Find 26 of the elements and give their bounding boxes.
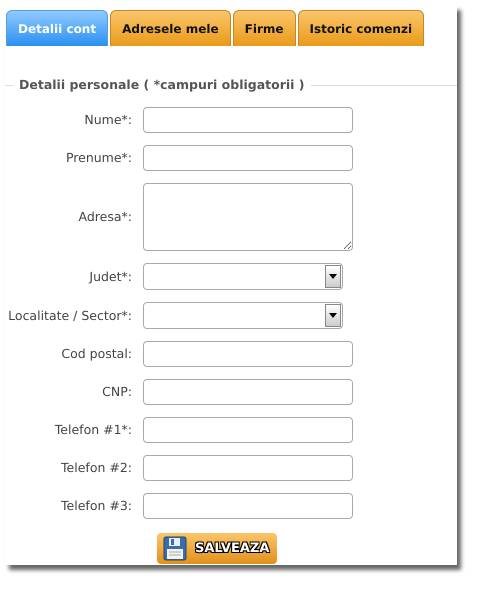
tab[interactable]: Istoric comenzi bbox=[298, 10, 424, 46]
caret-down-icon bbox=[329, 312, 337, 318]
section-legend: Detalii personale ( *campuri obligatorii ) bbox=[13, 76, 311, 95]
field-label: Cod postal: bbox=[60, 346, 133, 362]
field-label: Prenume*: bbox=[64, 150, 133, 166]
tab[interactable]: Firme bbox=[232, 10, 296, 46]
input-field[interactable] bbox=[143, 106, 353, 133]
field-label: Nume*: bbox=[83, 112, 133, 128]
field-label: Telefon #2: bbox=[60, 460, 133, 476]
field-label: Telefon #3: bbox=[60, 498, 133, 514]
field-label: Localitate / Sector*: bbox=[7, 308, 133, 323]
field-label: CNP: bbox=[101, 384, 133, 400]
input-field[interactable] bbox=[143, 340, 353, 367]
dropdown[interactable] bbox=[143, 262, 343, 290]
dropdown[interactable] bbox=[143, 302, 343, 329]
field-label: Adresa*: bbox=[78, 209, 133, 224]
field-label: Telefon #1*: bbox=[54, 422, 133, 438]
field-label: Judet*: bbox=[88, 268, 133, 284]
input-field[interactable] bbox=[143, 416, 353, 443]
address-textarea[interactable] bbox=[143, 182, 353, 251]
caret-down-icon bbox=[329, 274, 337, 279]
input-field[interactable] bbox=[143, 144, 353, 171]
tab[interactable]: Adresele mele bbox=[110, 10, 231, 46]
input-field[interactable] bbox=[143, 492, 353, 519]
input-field[interactable] bbox=[143, 378, 353, 405]
input-field[interactable] bbox=[143, 454, 353, 481]
